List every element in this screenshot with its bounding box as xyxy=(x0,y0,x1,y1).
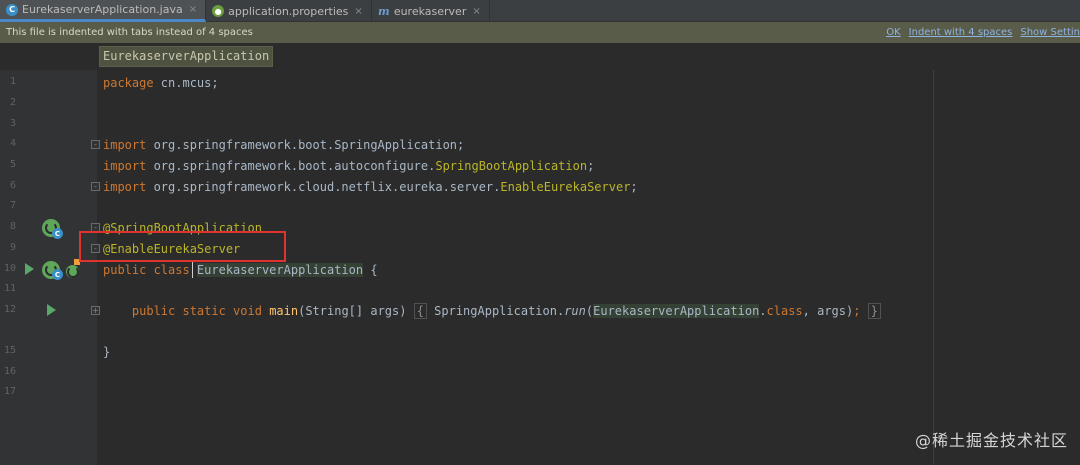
line-number: 8 xyxy=(9,221,16,232)
tab-eurekaserver[interactable]: m eurekaserver × xyxy=(372,0,490,22)
breadcrumb[interactable]: EurekaserverApplication xyxy=(99,46,274,67)
keyword: import xyxy=(103,159,147,173)
line-number: 17 xyxy=(3,386,16,397)
annotation-ref: SpringBootApplication xyxy=(435,159,588,173)
line-number: 9 xyxy=(9,242,16,253)
class-ref: EurekaserverApplication xyxy=(593,304,760,318)
run-icon[interactable] xyxy=(25,263,34,275)
notification-actions: OK Indent with 4 spaces Show Settin xyxy=(886,22,1080,43)
method-name: main xyxy=(269,304,299,318)
tab-label: eurekaserver xyxy=(393,4,467,18)
folded-brace[interactable]: { xyxy=(413,303,427,319)
code-text: org.springframework.boot.SpringApplicati… xyxy=(146,138,465,152)
tab-application-properties[interactable]: ● application.properties × xyxy=(206,0,372,22)
show-settings-link[interactable]: Show Settin xyxy=(1020,27,1080,38)
code-text: org.springframework.cloud.netflix.eureka… xyxy=(146,180,501,194)
notification-message: This file is indented with tabs instead … xyxy=(6,27,253,38)
code-line-16: } xyxy=(103,343,110,361)
close-icon[interactable]: × xyxy=(189,4,197,15)
line-number: 7 xyxy=(9,200,16,211)
class-badge-icon: C xyxy=(52,269,63,280)
close-icon[interactable]: × xyxy=(354,6,362,17)
folded-brace[interactable]: } xyxy=(867,303,881,319)
keyword: import xyxy=(103,138,147,152)
fold-icon[interactable]: + xyxy=(91,306,100,315)
line-number: 11 xyxy=(3,283,16,294)
tab-label: application.properties xyxy=(228,4,349,18)
code-text: ; xyxy=(587,159,595,173)
line-number: 12 xyxy=(3,304,16,315)
editor-tab-bar: C EurekaserverApplication.java × ● appli… xyxy=(0,0,1080,22)
tab-label: EurekaserverApplication.java xyxy=(22,3,183,16)
spring-config-icon[interactable] xyxy=(66,265,79,278)
code-line-10: public class EurekaserverApplication { xyxy=(103,261,378,279)
breadcrumb-bar: EurekaserverApplication xyxy=(0,43,1080,70)
properties-file-icon: ● xyxy=(212,5,225,17)
code-text: SpringApplication. xyxy=(426,304,565,318)
line-number: 1 xyxy=(9,76,16,87)
line-number: 10 xyxy=(3,263,16,274)
keyword: package xyxy=(103,76,154,90)
method-call: run xyxy=(564,304,586,318)
maven-module-icon: m xyxy=(377,4,390,18)
run-main-icon[interactable] xyxy=(47,304,56,316)
code-line-12: public static void main(String[] args) {… xyxy=(103,302,881,320)
line-number: 2 xyxy=(9,97,16,108)
close-icon[interactable]: × xyxy=(472,6,480,17)
text-caret xyxy=(192,262,193,278)
ok-link[interactable]: OK xyxy=(886,27,900,38)
keyword: public class xyxy=(103,263,197,277)
java-class-icon: C xyxy=(6,3,18,16)
semicolon: ; xyxy=(853,304,861,318)
code-line-4: import org.springframework.boot.SpringAp… xyxy=(103,136,464,154)
indent-with-spaces-link[interactable]: Indent with 4 spaces xyxy=(909,27,1013,38)
highlight-box xyxy=(79,231,286,262)
keyword: import xyxy=(103,180,147,194)
code-text: ; xyxy=(630,180,638,194)
code-text: } xyxy=(103,345,111,359)
line-number: 4 xyxy=(9,138,16,149)
code-text: , args) xyxy=(802,304,854,318)
fold-icon[interactable]: - xyxy=(91,182,100,191)
right-margin-guide xyxy=(933,70,934,465)
code-text: org.springframework.boot.autoconfigure. xyxy=(146,159,436,173)
code-text: cn.mcus; xyxy=(153,76,219,90)
watermark: @稀土掘金技术社区 xyxy=(914,431,1068,450)
line-number: 3 xyxy=(9,118,16,129)
code-line-1: package cn.mcus; xyxy=(103,74,219,92)
code-text: { xyxy=(363,263,378,277)
indentation-notification-bar: This file is indented with tabs instead … xyxy=(0,22,1080,43)
code-text: . xyxy=(759,304,767,318)
keyword: public static void xyxy=(131,304,270,318)
line-number: 6 xyxy=(9,180,16,191)
tab-eurekaserver-application-java[interactable]: C EurekaserverApplication.java × xyxy=(0,0,207,22)
code-line-5: import org.springframework.boot.autoconf… xyxy=(103,157,594,175)
line-number: 16 xyxy=(3,366,16,377)
line-number: 5 xyxy=(9,159,16,170)
line-number: 15 xyxy=(3,345,16,356)
keyword: class xyxy=(766,304,803,318)
class-name: EurekaserverApplication xyxy=(196,263,364,277)
fold-icon[interactable]: - xyxy=(91,140,100,149)
annotation-ref: EnableEurekaServer xyxy=(500,180,631,194)
code-line-6: import org.springframework.cloud.netflix… xyxy=(103,178,638,196)
class-badge-icon: C xyxy=(52,228,63,239)
code-text: (String[] args) xyxy=(298,304,414,318)
